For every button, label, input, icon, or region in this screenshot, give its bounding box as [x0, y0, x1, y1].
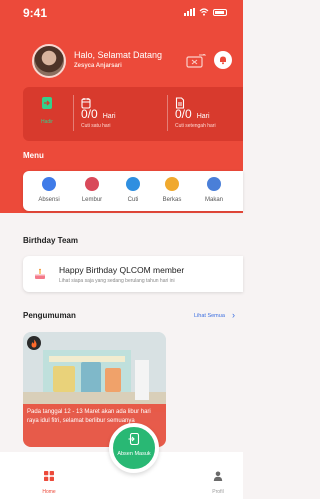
birthday-heading: Happy Birthday QLCOM member	[59, 265, 185, 275]
absen-masuk-button[interactable]: Absen Masuk	[109, 423, 159, 473]
menu-item-label: Berkas	[162, 197, 182, 203]
menu-item-label: Lembur	[81, 197, 103, 203]
menu-item-cuti[interactable]: Cuti	[115, 177, 151, 203]
cuti-setengah-hari-stat: 0/0 Hari Cuti setengah hari	[175, 97, 216, 129]
announcement-section-title: Pengumuman	[23, 311, 76, 320]
nav-home-label: Home	[42, 489, 56, 495]
menu-item-label: Cuti	[127, 197, 139, 203]
signal-icon	[184, 8, 195, 16]
menu-card: Absensi Lembur Cuti Berkas Makan	[23, 171, 243, 211]
stat-value: 0/0	[81, 107, 98, 121]
divider	[167, 95, 168, 131]
cuti-satu-hari-stat: 0/0 Hari Cuti satu hari	[81, 97, 116, 129]
makan-icon	[207, 177, 221, 191]
nav-home[interactable]: Home	[36, 468, 62, 495]
login-icon	[42, 97, 52, 109]
divider	[73, 95, 74, 131]
menu-item-berkas[interactable]: Berkas	[154, 177, 190, 203]
notification-button[interactable]	[214, 51, 232, 69]
birthday-card[interactable]: Happy Birthday QLCOM member Lihat siapa …	[23, 256, 243, 292]
stat-unit: Hari	[196, 113, 210, 120]
wifi-icon	[199, 8, 209, 16]
hadir-status: Hadir	[35, 96, 59, 125]
status-time: 9:41	[23, 6, 48, 20]
hadir-label: Hadir	[41, 119, 53, 125]
attendance-summary: Hadir 0/0 Hari Cuti satu hari 0/0 Hari C…	[23, 87, 243, 141]
absen-masuk-label: Absen Masuk	[117, 451, 151, 457]
absensi-icon	[42, 177, 56, 191]
status-bar: 9:41	[0, 0, 243, 26]
birthday-section-title: Birthday Team	[23, 236, 78, 245]
stat-value: 0/0	[175, 107, 192, 121]
see-all-link[interactable]: Lihat Semua	[194, 313, 225, 319]
battery-icon	[213, 8, 227, 16]
berkas-icon	[165, 177, 179, 191]
birthday-subtitle: Lihat siapa saja yang sedang berulang ta…	[59, 278, 175, 284]
announcement-image	[23, 332, 166, 412]
menu-item-makan[interactable]: Makan	[196, 177, 232, 203]
greeting-text: Halo, Selamat Datang	[74, 50, 163, 60]
stat-unit: Hari	[102, 113, 116, 120]
cake-icon	[35, 268, 45, 279]
home-grid-icon	[44, 471, 54, 481]
cuti-icon	[126, 177, 140, 191]
nav-profile[interactable]: Profil	[206, 468, 230, 495]
menu-item-label: Makan	[204, 197, 223, 203]
login-icon	[128, 432, 140, 446]
menu-item-lembur[interactable]: Lembur	[74, 177, 110, 203]
nav-profile-label: Profil	[212, 489, 224, 495]
bell-icon	[220, 56, 226, 65]
status-indicators	[184, 8, 227, 16]
card-swap-icon[interactable]	[186, 54, 206, 68]
stat-label: Cuti setengah hari	[175, 123, 216, 129]
fire-icon	[27, 336, 41, 350]
chevron-right-icon[interactable]: ›	[232, 310, 235, 320]
menu-item-label: Absensi	[38, 197, 60, 203]
lembur-icon	[85, 177, 99, 191]
stat-label: Cuti satu hari	[81, 123, 111, 129]
user-name: Zesyca Anjarsari	[74, 63, 122, 69]
profile-icon	[213, 471, 223, 481]
menu-title: Menu	[23, 151, 44, 160]
menu-item-absensi[interactable]: Absensi	[31, 177, 67, 203]
avatar[interactable]	[32, 44, 66, 78]
